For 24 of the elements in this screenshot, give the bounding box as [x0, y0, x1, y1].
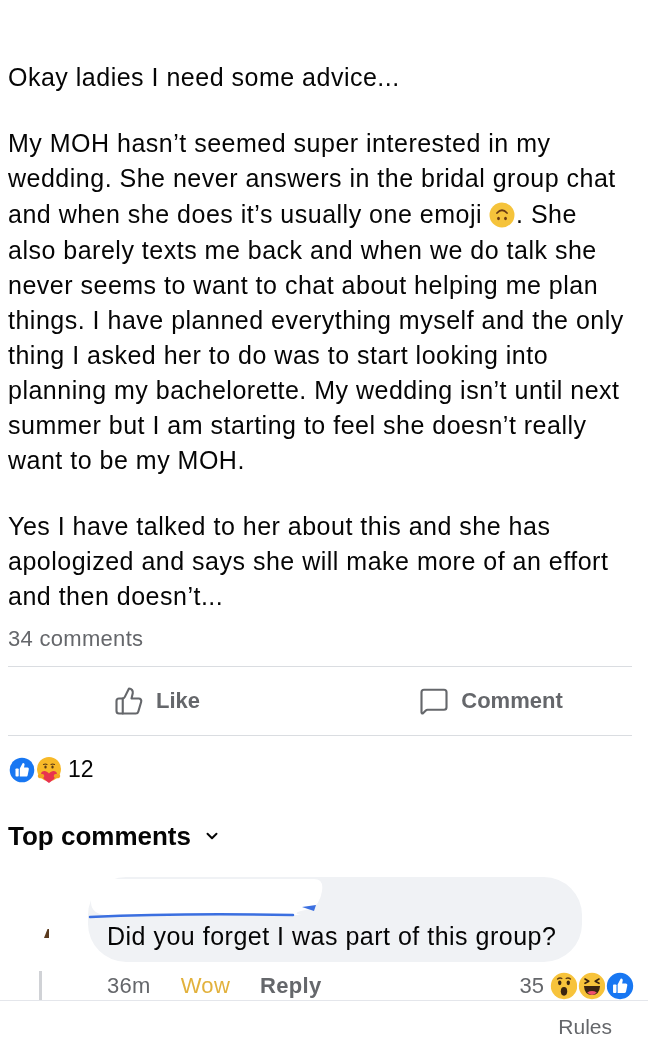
post-text: Yes I have talked to her about this and she has apologized and says she will make more of an effort and then doesn’t...	[8, 511, 610, 612]
like-reaction-icon	[8, 755, 36, 784]
comment-count[interactable]: 34 comments	[8, 624, 144, 654]
reaction-count: 35	[519, 972, 544, 999]
post-text: also barely texts me back and when we do talk she never seems to want to chat about helping me plan things. I have planned everything myself and the only thing I asked her to do was to start looking into planning my bachelorette. My wedding isn’t until next summer but I am starting to feel she doesn’t really want to be my MOH.	[8, 235, 625, 476]
like-button[interactable]: Like	[110, 682, 204, 720]
reaction-count: 12	[68, 756, 94, 783]
comment-button[interactable]: Comment	[415, 682, 567, 720]
reply-link[interactable]: Reply	[260, 972, 322, 999]
post-text: Okay ladies I need some advice...	[8, 62, 401, 93]
comment-text: Did you forget I was part of this group?	[107, 921, 558, 951]
speech-bubble-icon	[419, 686, 450, 716]
laughing-reaction-icon	[577, 970, 607, 1001]
avatar-fragment-icon	[44, 929, 49, 938]
comment-sort-dropdown[interactable]: Top comments	[8, 820, 221, 852]
upside-down-face-emoji-icon	[489, 201, 515, 228]
post-text: . She	[516, 199, 577, 230]
wow-reaction-icon	[549, 970, 579, 1001]
rules-link[interactable]: Rules	[558, 1015, 612, 1039]
thumbs-up-icon	[114, 686, 144, 716]
comment-time: 36m	[107, 972, 151, 999]
post-text: and when she does it’s usually one emoji	[8, 199, 482, 230]
care-reaction-icon	[35, 755, 63, 784]
like-reaction-icon	[605, 970, 635, 1001]
